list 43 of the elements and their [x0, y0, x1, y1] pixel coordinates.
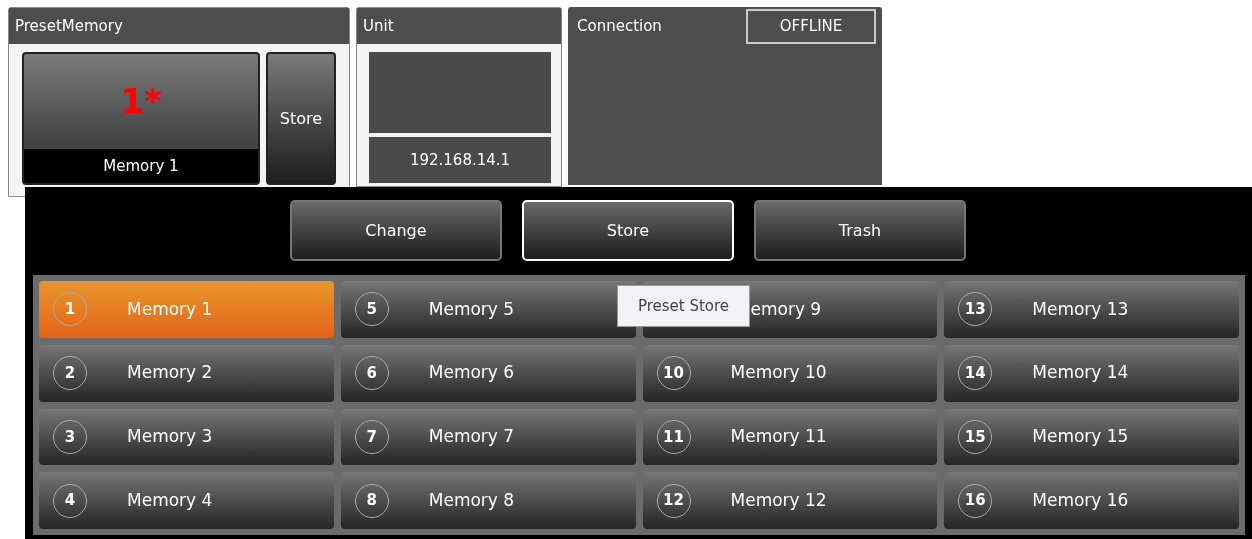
memory-label: Memory 11 — [730, 425, 827, 449]
memory-label: emory 9 — [750, 297, 822, 321]
memory-label: Memory 16 — [1032, 488, 1129, 512]
action-button[interactable]: Change — [290, 200, 502, 261]
memory-label: Memory 5 — [428, 297, 515, 321]
memory-button[interactable]: 10 Memory 10 — [642, 344, 938, 402]
memory-label: Memory 8 — [428, 488, 515, 512]
tooltip: Preset Store — [617, 285, 750, 327]
memory-button[interactable]: 14 Memory 14 — [944, 344, 1239, 402]
memory-button[interactable]: 4 Memory 4 — [39, 472, 334, 529]
memory-button[interactable]: 16 Memory 16 — [944, 472, 1239, 529]
memory-label: Memory 12 — [730, 488, 827, 512]
memory-button[interactable]: 8 Memory 8 — [340, 472, 636, 529]
memory-button[interactable]: 15 Memory 15 — [944, 408, 1239, 466]
memory-label: Memory 13 — [1032, 297, 1129, 321]
memory-button[interactable]: 3 Memory 3 — [39, 408, 334, 466]
memory-button[interactable]: 5 Memory 5 — [340, 281, 636, 338]
memory-label: Memory 14 — [1032, 361, 1129, 385]
current-memory-button[interactable]: 1* Memory 1 — [22, 52, 260, 185]
memory-label: Memory 4 — [127, 488, 213, 512]
memory-button[interactable]: 12 Memory 12 — [642, 472, 938, 529]
memory-name: Memory 1 — [24, 149, 258, 183]
memory-button[interactable]: 11 Memory 11 — [642, 408, 938, 466]
memory-label: Memory 6 — [428, 361, 515, 385]
panel-title: PresetMemory — [15, 15, 123, 37]
memory-label: Memory 2 — [127, 361, 213, 385]
action-button[interactable]: Store — [522, 200, 734, 261]
panel-title: Connection — [577, 16, 662, 37]
memory-label: Memory 1 — [127, 297, 213, 321]
store-button[interactable]: Store — [266, 52, 336, 185]
memory-label: Memory 10 — [730, 361, 827, 385]
connection-status: OFFLINE — [746, 9, 876, 44]
memory-label: Memory 3 — [127, 425, 213, 449]
ip-address: 192.168.14.1 — [369, 137, 551, 183]
memory-button[interactable]: 6 Memory 6 — [340, 344, 636, 402]
memory-number: 1* — [119, 80, 163, 123]
memory-button[interactable]: 13 Memory 13 — [944, 281, 1239, 338]
memory-label: Memory 15 — [1032, 425, 1129, 449]
memory-button[interactable]: 2 Memory 2 — [39, 344, 334, 402]
action-button[interactable]: Trash — [754, 200, 966, 261]
panel-title: Unit — [363, 15, 394, 37]
memory-label: Memory 7 — [428, 425, 515, 449]
memory-button[interactable]: 7 Memory 7 — [340, 408, 636, 466]
